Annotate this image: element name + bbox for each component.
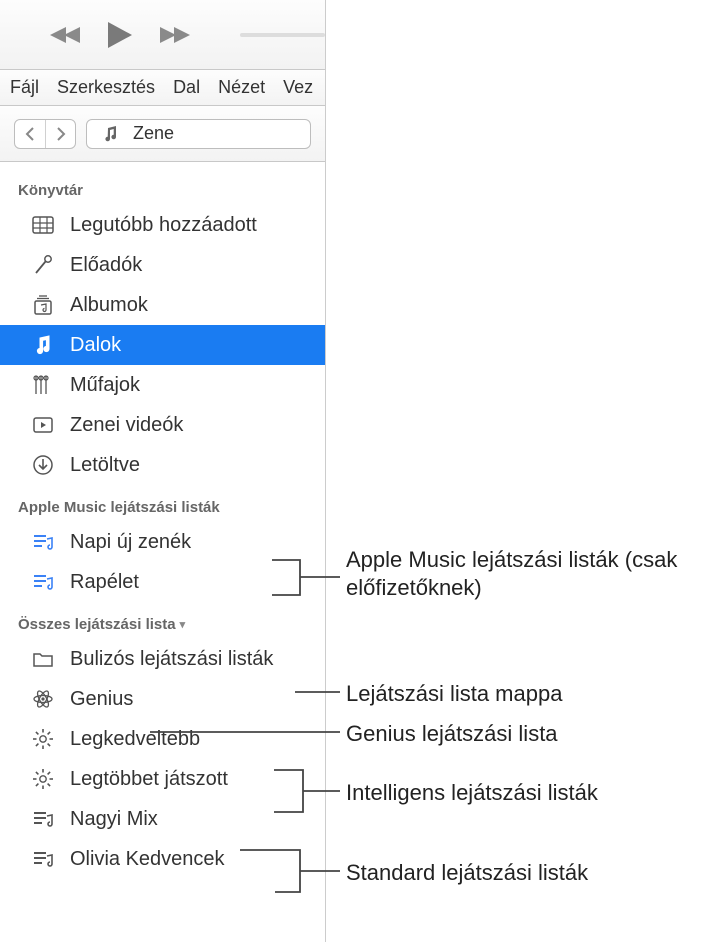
callout-connectors [0, 0, 702, 942]
